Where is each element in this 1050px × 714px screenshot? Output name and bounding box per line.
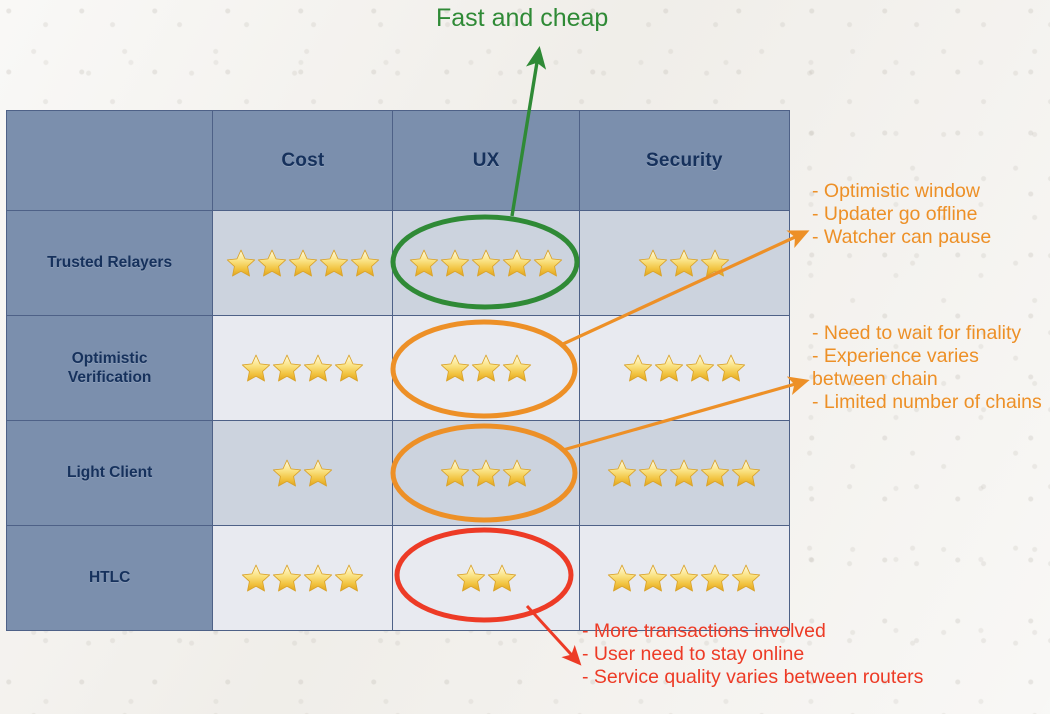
- table-header-row: Cost UX Security: [5, 110, 791, 211]
- header-cell-ux: UX: [392, 110, 580, 211]
- cell-htlc-ux: [392, 525, 580, 631]
- table-row: HTLC: [5, 525, 791, 631]
- star-rating: [607, 458, 762, 488]
- cell-light-client-cost: [212, 420, 394, 526]
- header-cell-security: Security: [578, 110, 791, 211]
- column-header-cost: Cost: [281, 149, 325, 171]
- star-rating: [241, 353, 365, 383]
- row-label-light-client: Light Client: [5, 420, 214, 526]
- cell-light-client-ux: [392, 420, 580, 526]
- cell-htlc-security: [578, 525, 791, 631]
- column-header-security: Security: [646, 149, 723, 171]
- cell-optimistic-verification-ux: [392, 315, 580, 421]
- star-rating: [440, 353, 533, 383]
- star-rating: [638, 248, 731, 278]
- cell-trusted-relayers-ux: [392, 210, 580, 316]
- star-rating: [607, 563, 762, 593]
- table-row: Trusted Relayers: [5, 210, 791, 316]
- cell-optimistic-verification-security: [578, 315, 791, 421]
- cell-trusted-relayers-cost: [212, 210, 394, 316]
- cell-optimistic-verification-cost: [212, 315, 394, 421]
- annotation-finality-note: - Need to wait for finality - Experience…: [812, 322, 1042, 413]
- header-cell-blank: [5, 110, 214, 211]
- annotation-optimistic-window-note: - Optimistic window - Updater go offline…: [812, 180, 992, 248]
- row-label-htlc: HTLC: [5, 525, 214, 631]
- table-row: Light Client: [5, 420, 791, 526]
- comparison-matrix-table: Cost UX Security Trusted Relayers Optimi…: [5, 110, 791, 631]
- row-label-optimistic-verification: Optimistic Verification: [5, 315, 214, 421]
- star-rating: [455, 563, 517, 593]
- star-rating: [272, 458, 334, 488]
- star-rating: [225, 248, 380, 278]
- star-rating: [440, 458, 533, 488]
- annotation-htlc-note: - More transactions involved - User need…: [582, 620, 924, 688]
- cell-trusted-relayers-security: [578, 210, 791, 316]
- cell-htlc-cost: [212, 525, 394, 631]
- row-label-trusted-relayers: Trusted Relayers: [5, 210, 214, 316]
- table-row: Optimistic Verification: [5, 315, 791, 421]
- header-cell-cost: Cost: [212, 110, 394, 211]
- star-rating: [622, 353, 746, 383]
- star-rating: [409, 248, 564, 278]
- column-header-ux: UX: [472, 149, 500, 171]
- annotation-fast-and-cheap: Fast and cheap: [436, 4, 609, 32]
- star-rating: [241, 563, 365, 593]
- cell-light-client-security: [578, 420, 791, 526]
